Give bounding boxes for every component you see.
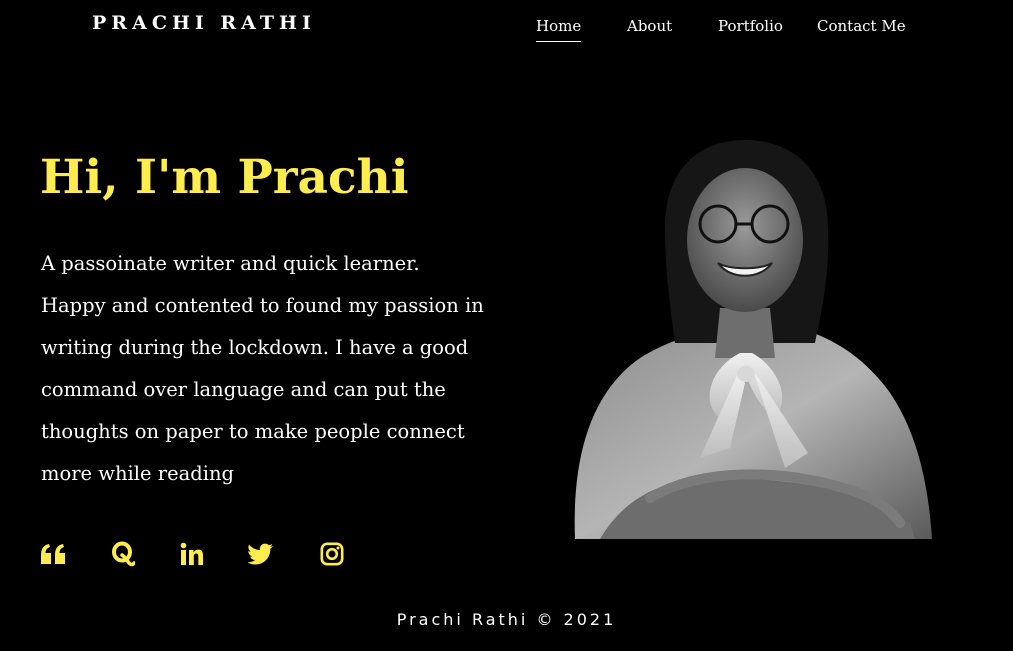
profile-photo (570, 128, 932, 539)
nav-portfolio-link[interactable]: Portfolio (718, 17, 783, 41)
quote-icon[interactable] (40, 540, 66, 568)
twitter-icon[interactable] (248, 540, 274, 568)
hero-title: Hi, I'm Prachi (40, 150, 409, 205)
nav-contact-link[interactable]: Contact Me (817, 17, 906, 41)
main-nav: Home About Portfolio Contact Me (0, 17, 1013, 47)
instagram-icon[interactable] (319, 540, 345, 568)
hero-tagline: A passoinate writer and quick learner. (41, 252, 420, 275)
footer-copyright: Prachi Rathi © 2021 (396, 610, 617, 629)
nav-about-link[interactable]: About (627, 17, 672, 41)
linkedin-icon[interactable] (179, 540, 205, 568)
hero-description: A passoinate writer and quick learner. H… (41, 243, 511, 495)
quora-icon[interactable] (110, 540, 136, 568)
nav-home-link[interactable]: Home (536, 17, 582, 42)
hero-bio: Happy and contented to found my passion … (41, 294, 484, 485)
